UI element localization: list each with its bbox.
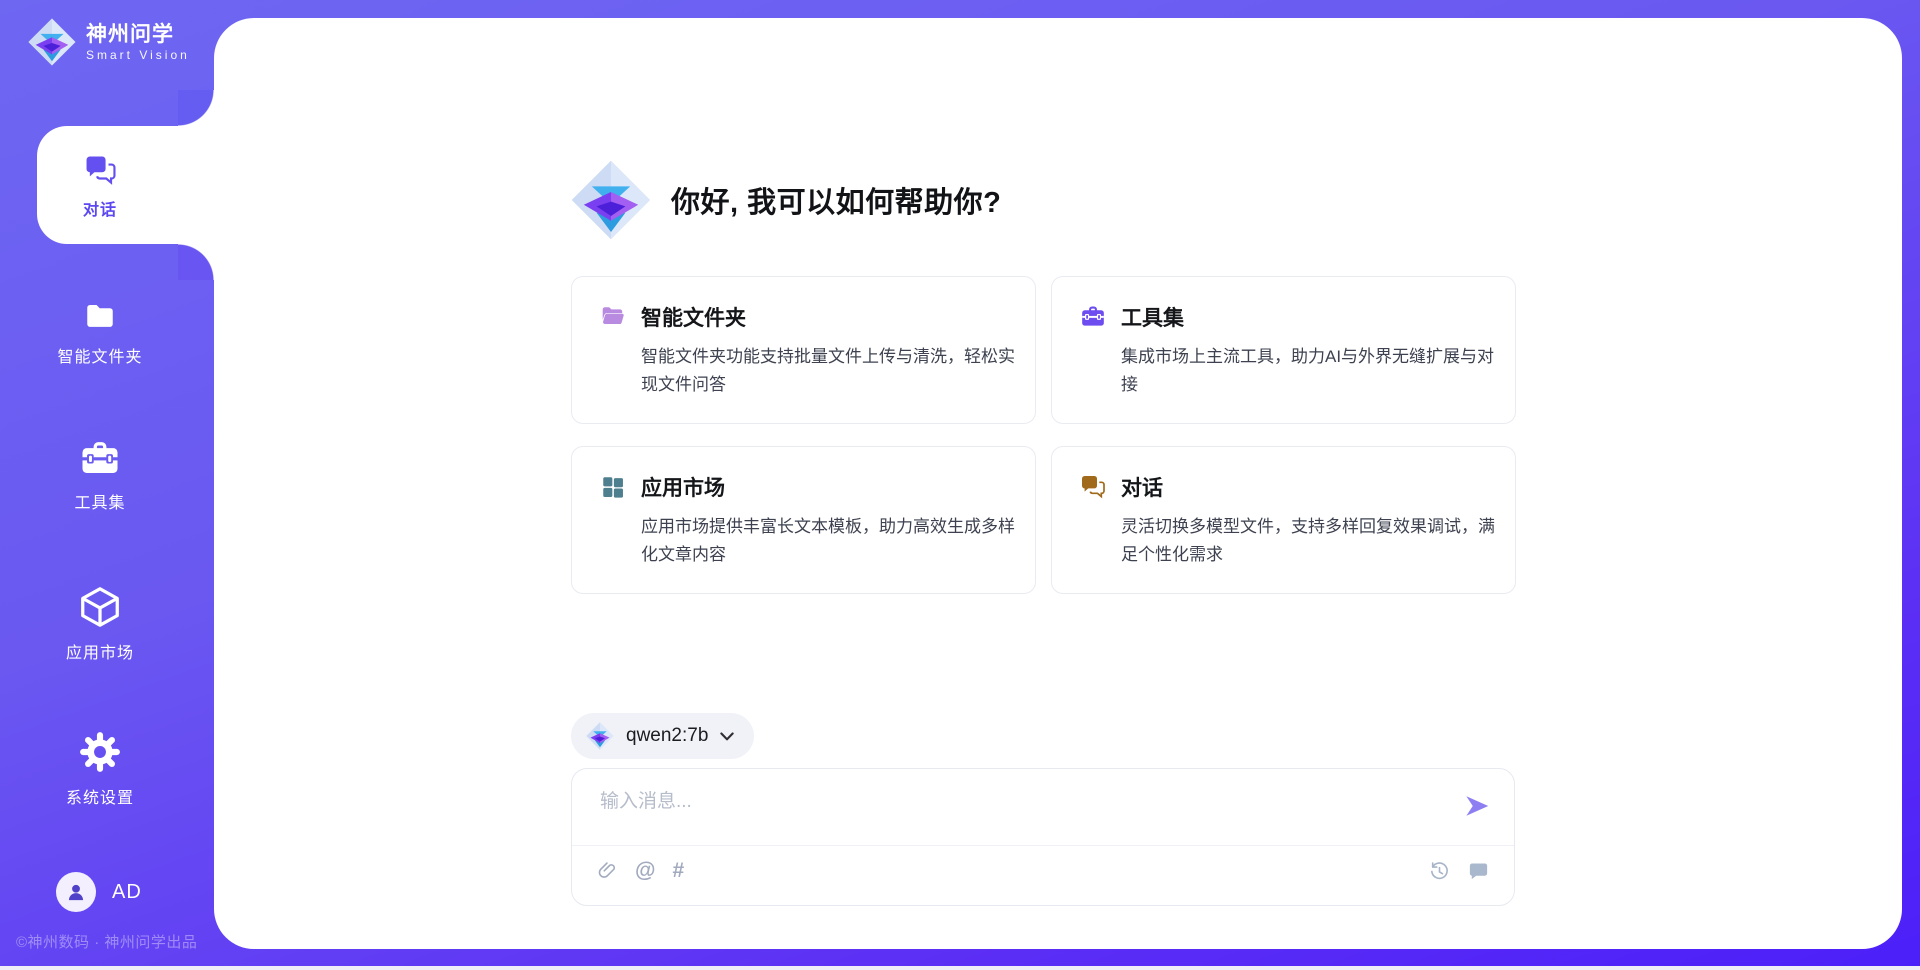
chat-bubble-icon <box>1467 860 1490 883</box>
attach-file-button[interactable] <box>597 859 618 883</box>
card-title: 智能文件夹 <box>641 302 746 332</box>
user-name: AD <box>112 881 142 904</box>
paperclip-icon <box>597 859 618 883</box>
toolbox-icon <box>1080 304 1106 330</box>
user-avatar-icon <box>63 879 89 905</box>
diamond-logo-icon <box>586 722 614 750</box>
sidebar-item-label: 应用市场 <box>66 639 134 663</box>
greeting-text: 你好, 我可以如何帮助你? <box>671 179 1001 221</box>
chat-bubbles-icon <box>84 154 117 187</box>
card-chat[interactable]: 对话 灵活切换多模型文件，支持多样回复效果调试，满足个性化需求 <box>1051 446 1516 594</box>
brand-subtitle: Smart Vision <box>86 48 190 63</box>
card-title: 应用市场 <box>641 472 725 502</box>
greeting-block: 你好, 我可以如何帮助你? <box>571 160 1001 240</box>
chat-bubbles-icon <box>1080 474 1106 500</box>
diamond-logo-icon <box>28 18 76 66</box>
folder-open-icon <box>600 304 626 330</box>
card-description: 智能文件夹功能支持批量文件上传与清洗，轻松实现文件问答 <box>641 343 1017 399</box>
send-button[interactable] <box>1461 791 1493 823</box>
card-app-market[interactable]: 应用市场 应用市场提供丰富长文本模板，助力高效生成多样化文章内容 <box>571 446 1036 594</box>
card-smart-folder[interactable]: 智能文件夹 智能文件夹功能支持批量文件上传与清洗，轻松实现文件问答 <box>571 276 1036 424</box>
sidebar-item-smart-folder[interactable]: 智能文件夹 <box>0 300 200 367</box>
model-name: qwen2:7b <box>626 725 708 747</box>
chevron-down-icon <box>720 732 734 741</box>
brand-logo: 神州问学 Smart Vision <box>28 18 190 66</box>
sidebar-item-label: 系统设置 <box>66 784 134 808</box>
card-title: 工具集 <box>1121 302 1184 332</box>
card-description: 集成市场上主流工具，助力AI与外界无缝扩展与对接 <box>1121 343 1497 399</box>
history-icon <box>1428 860 1451 883</box>
folder-icon <box>82 300 118 334</box>
history-button[interactable] <box>1428 860 1451 883</box>
user-menu[interactable]: AD <box>56 872 142 912</box>
sidebar-item-app-market[interactable]: 应用市场 <box>0 584 200 663</box>
main-panel: 你好, 我可以如何帮助你? 智能文件夹 智能文件夹功能支持批量文件上传与清洗，轻… <box>214 18 1902 949</box>
copyright-footer: ©神州数码 · 神州问学出品 <box>16 931 216 952</box>
sidebar-item-toolset[interactable]: 工具集 <box>0 438 200 513</box>
sidebar-item-label: 智能文件夹 <box>57 343 142 367</box>
composer-divider <box>572 845 1514 846</box>
brand-name: 神州问学 <box>86 22 190 48</box>
hash-icon: # <box>672 860 684 882</box>
send-icon <box>1462 791 1492 821</box>
sidebar-item-chat[interactable]: 对话 <box>0 154 200 220</box>
message-composer: @ # <box>571 768 1515 906</box>
avatar <box>56 872 96 912</box>
mention-button[interactable]: @ <box>635 860 655 882</box>
app-grid-icon <box>600 474 626 500</box>
gear-icon <box>77 729 123 775</box>
feature-cards: 智能文件夹 智能文件夹功能支持批量文件上传与清洗，轻松实现文件问答 <box>571 276 1517 594</box>
sidebar-item-label: 工具集 <box>74 489 125 513</box>
card-description: 灵活切换多模型文件，支持多样回复效果调试，满足个性化需求 <box>1121 513 1497 569</box>
window-bottom-edge <box>0 966 1920 970</box>
toolbox-icon <box>78 438 122 480</box>
app-window: 你好, 我可以如何帮助你? 智能文件夹 智能文件夹功能支持批量文件上传与清洗，轻… <box>0 0 1920 970</box>
card-description: 应用市场提供丰富长文本模板，助力高效生成多样化文章内容 <box>641 513 1017 569</box>
composer-tools-left: @ # <box>597 859 684 883</box>
model-selector[interactable]: qwen2:7b <box>571 713 754 759</box>
cube-icon <box>77 584 123 630</box>
card-toolset[interactable]: 工具集 集成市场上主流工具，助力AI与外界无缝扩展与对接 <box>1051 276 1516 424</box>
sidebar-item-label: 对话 <box>83 196 117 220</box>
at-icon: @ <box>635 860 655 882</box>
diamond-logo-icon <box>571 160 651 240</box>
new-chat-button[interactable] <box>1467 860 1490 883</box>
sidebar: 神州问学 Smart Vision 对话 智能文件夹 <box>0 0 214 970</box>
message-input[interactable] <box>598 784 1442 843</box>
sidebar-item-settings[interactable]: 系统设置 <box>0 729 200 808</box>
card-title: 对话 <box>1121 472 1163 502</box>
topic-button[interactable]: # <box>672 860 684 882</box>
composer-tools-right <box>1428 860 1490 883</box>
